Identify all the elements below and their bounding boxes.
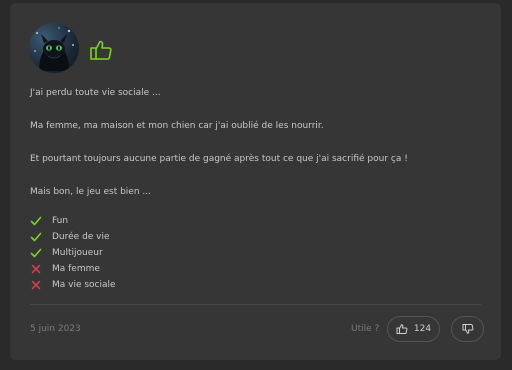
pro-item-label: Multijoueur (52, 248, 103, 258)
useful-label: Utile ? (351, 324, 380, 334)
user-avatar[interactable] (29, 23, 79, 73)
pro-item: Fun (30, 213, 68, 229)
thumbs-up-icon (396, 324, 408, 334)
review-card: J'ai perdu toute vie sociale ... Ma femm… (10, 3, 501, 360)
review-paragraph: Mais bon, le jeu est bien ... (30, 187, 151, 197)
con-item: Ma vie sociale (30, 277, 116, 293)
divider (30, 304, 481, 305)
review-paragraph: Ma femme, ma maison et mon chien car j'a… (30, 121, 324, 131)
con-item-label: Ma vie sociale (52, 280, 116, 290)
check-icon (30, 248, 42, 258)
review-paragraph: Et pourtant toujours aucune partie de ga… (30, 154, 408, 164)
con-item: Ma femme (30, 261, 100, 277)
pro-item-label: Durée de vie (52, 232, 110, 242)
cross-icon (31, 264, 41, 274)
upvote-button[interactable]: 124 (387, 316, 440, 342)
downvote-button[interactable] (451, 316, 484, 342)
pro-item: Multijoueur (30, 245, 103, 261)
check-icon (30, 216, 42, 226)
check-icon (30, 232, 42, 242)
thumbs-up-icon (89, 38, 113, 62)
review-date: 5 juin 2023 (30, 324, 81, 334)
con-item-label: Ma femme (52, 264, 100, 274)
dragon-avatar-icon (34, 27, 74, 71)
pro-item: Durée de vie (30, 229, 110, 245)
upvote-count: 124 (413, 324, 432, 334)
review-paragraph: J'ai perdu toute vie sociale ... (30, 88, 161, 98)
thumbs-down-icon (462, 324, 473, 334)
pro-item-label: Fun (52, 216, 69, 226)
cross-icon (31, 280, 41, 290)
